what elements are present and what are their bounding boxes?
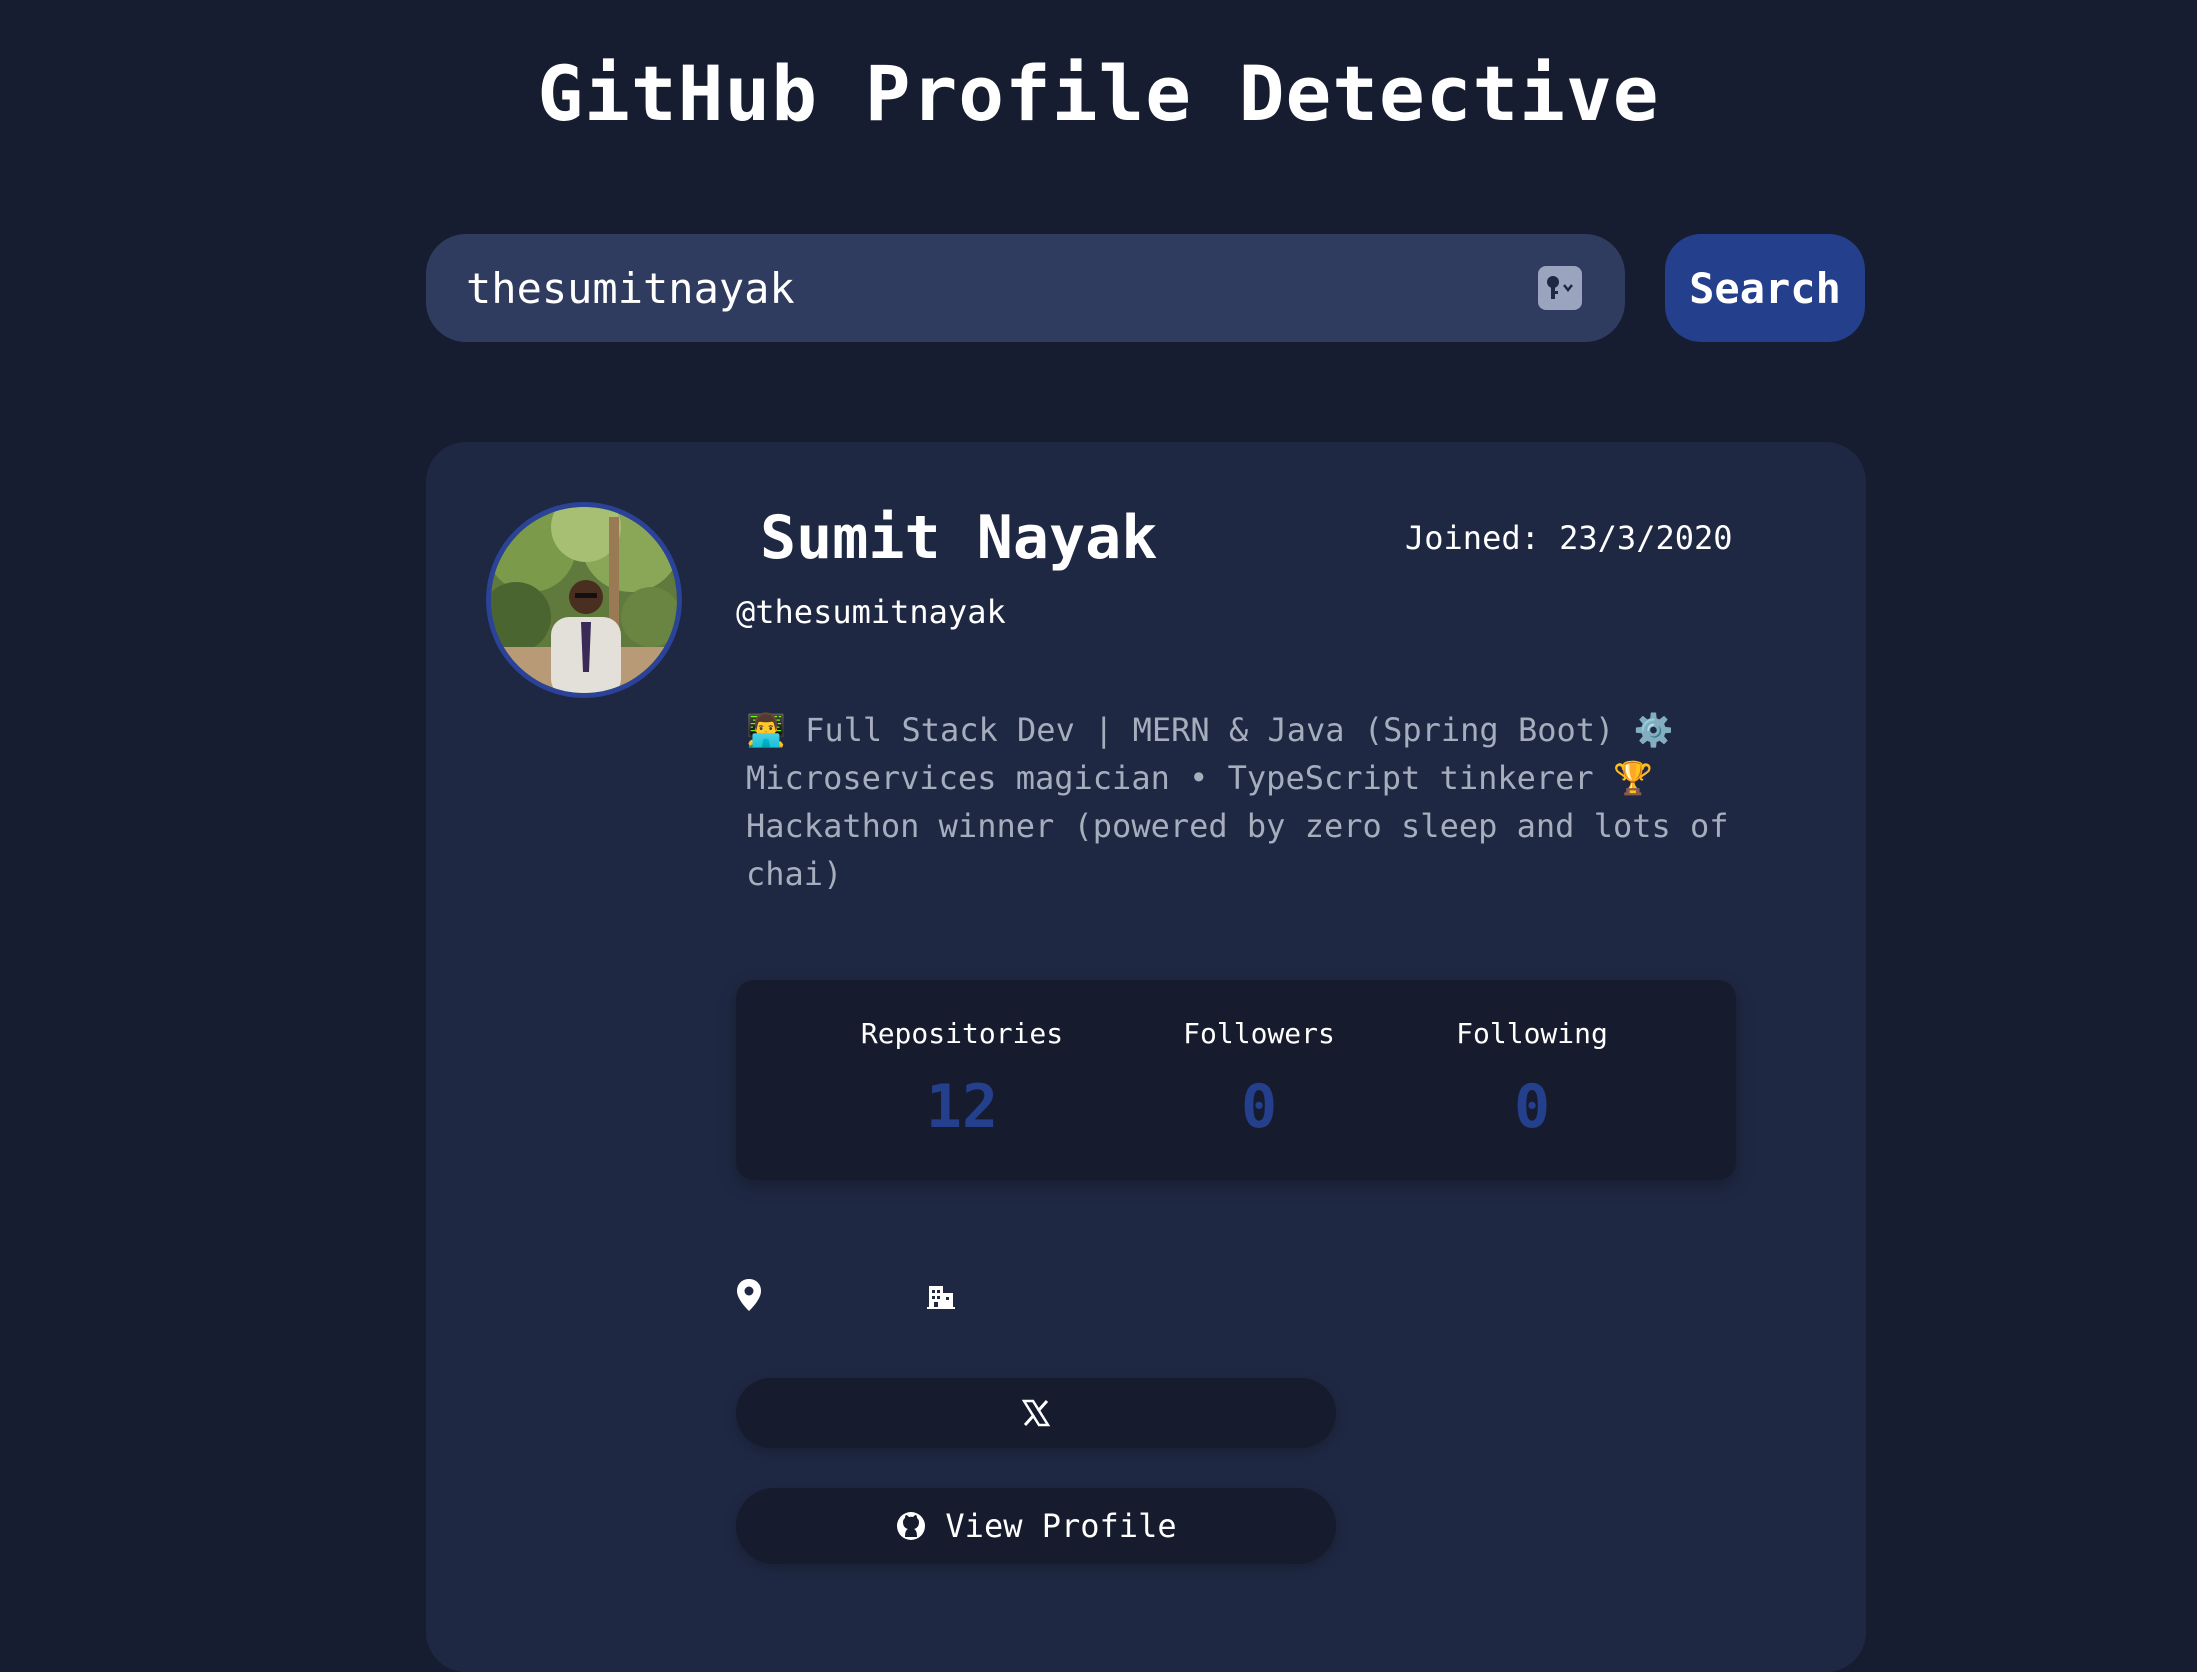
stat-label: Followers xyxy=(1183,1017,1335,1050)
building-icon xyxy=(926,1280,956,1310)
search-input[interactable] xyxy=(426,234,1625,342)
location-pin-icon xyxy=(736,1278,762,1312)
stat-followers: Followers 0 xyxy=(1129,980,1389,1142)
stat-repositories: Repositories 12 xyxy=(832,980,1092,1142)
joined-date: Joined: 23/3/2020 xyxy=(1405,519,1733,557)
profile-bio: 👨‍💻 Full Stack Dev | MERN & Java (Spring… xyxy=(746,706,1729,898)
search-button[interactable]: Search xyxy=(1665,234,1865,342)
view-profile-label: View Profile xyxy=(945,1507,1177,1545)
page-title: GitHub Profile Detective xyxy=(537,49,1660,138)
stat-label: Following xyxy=(1456,1017,1608,1050)
x-logo-icon xyxy=(1021,1399,1051,1427)
github-icon xyxy=(897,1512,926,1540)
stat-value: 12 xyxy=(925,1072,999,1142)
stat-value: 0 xyxy=(1513,1072,1551,1142)
profile-handle: @thesumitnayak xyxy=(736,593,1006,631)
view-profile-button[interactable]: View Profile xyxy=(736,1488,1336,1564)
stats-panel: Repositories 12 Followers 0 Following 0 xyxy=(736,980,1736,1180)
profile-name: Sumit Nayak xyxy=(760,503,1158,573)
key-icon[interactable] xyxy=(1538,266,1582,310)
avatar xyxy=(486,502,682,698)
twitter-link[interactable] xyxy=(736,1378,1336,1448)
stat-following: Following 0 xyxy=(1402,980,1662,1142)
bio-line: Microservices magician • TypeScript tink… xyxy=(746,759,1653,797)
stat-label: Repositories xyxy=(860,1017,1064,1050)
bio-line: chai) xyxy=(746,855,843,893)
bio-line: Hackathon winner (powered by zero sleep … xyxy=(746,807,1729,845)
stat-value: 0 xyxy=(1240,1072,1278,1142)
bio-line: 👨‍💻 Full Stack Dev | MERN & Java (Spring… xyxy=(746,711,1674,749)
